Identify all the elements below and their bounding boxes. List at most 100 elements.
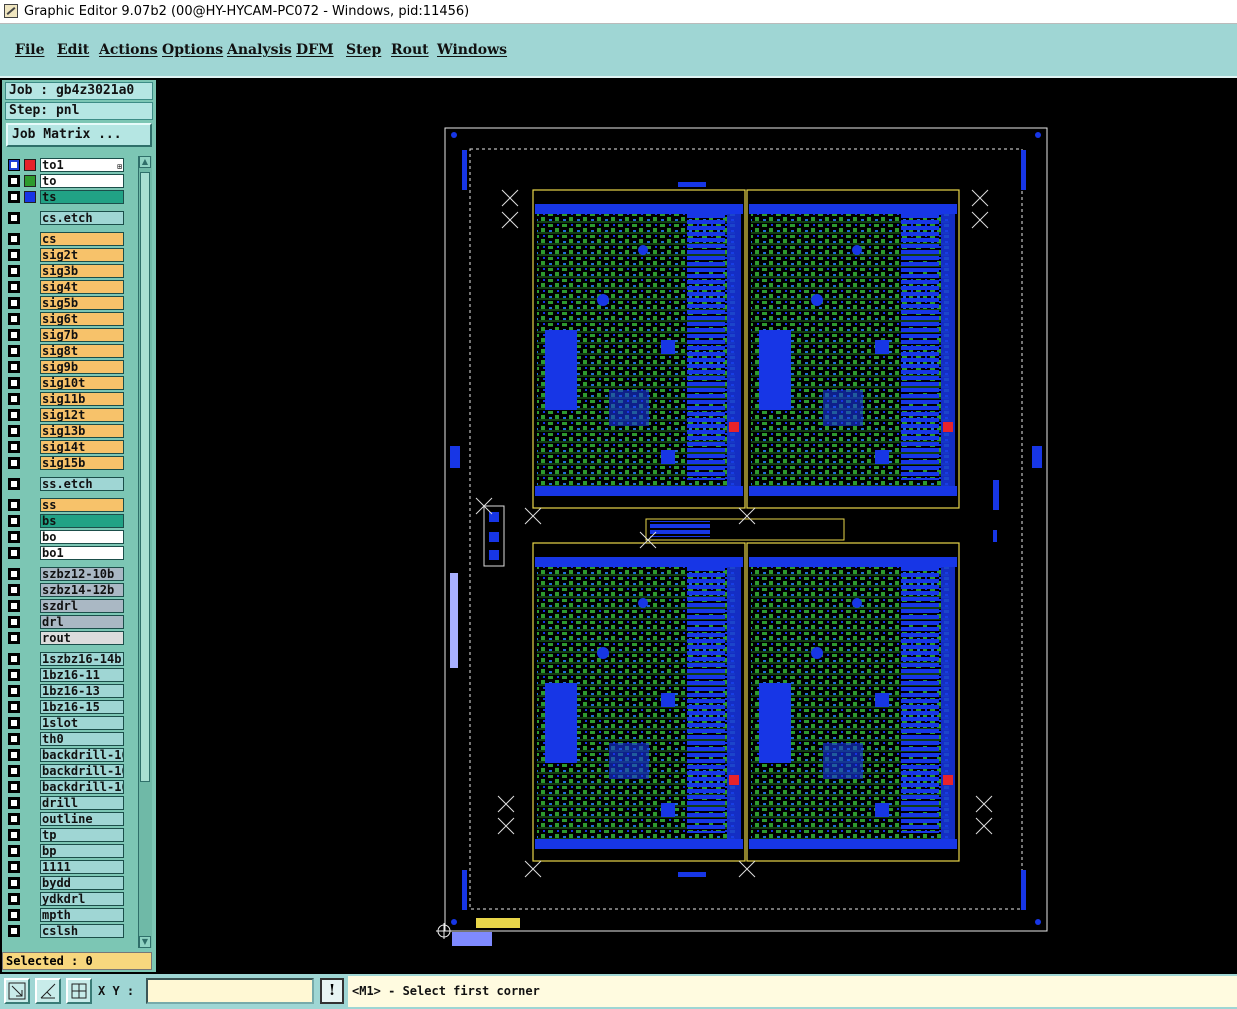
layer-name[interactable]: sig15b xyxy=(40,456,124,470)
layer-checkbox[interactable] xyxy=(8,600,20,612)
layer-name[interactable]: cs xyxy=(40,232,124,246)
layer-checkbox[interactable] xyxy=(8,701,20,713)
layer-checkbox[interactable] xyxy=(8,313,20,325)
layer-name[interactable]: bo xyxy=(40,530,124,544)
layer-name[interactable]: rout xyxy=(40,631,124,645)
layer-name[interactable]: szdrl xyxy=(40,599,124,613)
layer-name[interactable]: outline xyxy=(40,812,124,826)
layer-row[interactable]: cslsh xyxy=(6,924,126,938)
layer-name[interactable]: bo1 xyxy=(40,546,124,560)
layer-row[interactable]: th0 xyxy=(6,732,126,746)
layer-scrollbar[interactable]: ▲ ▼ xyxy=(138,156,152,948)
layer-row[interactable]: bydd xyxy=(6,876,126,890)
xy-input[interactable] xyxy=(146,978,314,1004)
layer-checkbox[interactable] xyxy=(8,653,20,665)
layer-name[interactable]: backdrill-16 xyxy=(40,748,124,762)
layer-checkbox[interactable] xyxy=(8,159,20,171)
layer-row[interactable]: sig8t xyxy=(6,344,126,358)
layer-checkbox[interactable] xyxy=(8,797,20,809)
layer-checkbox[interactable] xyxy=(8,425,20,437)
layer-row[interactable]: 1111 xyxy=(6,860,126,874)
menu-step[interactable]: Step xyxy=(346,42,381,58)
layer-checkbox[interactable] xyxy=(8,749,20,761)
layer-row[interactable]: sig14t xyxy=(6,440,126,454)
layer-name[interactable]: 1bz16-11 xyxy=(40,668,124,682)
layer-name[interactable]: sig7b xyxy=(40,328,124,342)
layer-checkbox[interactable] xyxy=(8,685,20,697)
scroll-thumb[interactable] xyxy=(140,172,150,782)
menu-windows[interactable]: Windows xyxy=(437,42,507,58)
layer-name[interactable]: mpth xyxy=(40,908,124,922)
layer-checkbox[interactable] xyxy=(8,409,20,421)
layer-row[interactable]: ss xyxy=(6,498,126,512)
layer-row[interactable]: sig6t xyxy=(6,312,126,326)
layer-checkbox[interactable] xyxy=(8,568,20,580)
layer-row[interactable]: bp xyxy=(6,844,126,858)
layer-color-swatch[interactable] xyxy=(24,191,36,203)
menu-rout[interactable]: Rout xyxy=(391,42,429,58)
layer-row[interactable]: szbz12-10b xyxy=(6,567,126,581)
layer-name[interactable]: sig4t xyxy=(40,280,124,294)
layer-name[interactable]: ss xyxy=(40,498,124,512)
layer-checkbox[interactable] xyxy=(8,361,20,373)
layer-row[interactable]: ts xyxy=(6,190,126,204)
layer-row[interactable]: drl xyxy=(6,615,126,629)
layer-row[interactable]: to1 ⊞ xyxy=(6,158,126,172)
layer-row[interactable]: sig2t xyxy=(6,248,126,262)
layer-name[interactable]: to xyxy=(40,174,124,188)
layer-name[interactable]: cslsh xyxy=(40,924,124,938)
layer-row[interactable]: 1bz16-11 xyxy=(6,668,126,682)
layer-checkbox[interactable] xyxy=(8,616,20,628)
layer-name[interactable]: backdrill-16 xyxy=(40,780,124,794)
menu-analysis[interactable]: Analysis xyxy=(227,42,292,58)
layer-checkbox[interactable] xyxy=(8,781,20,793)
layer-checkbox[interactable] xyxy=(8,515,20,527)
layer-checkbox[interactable] xyxy=(8,212,20,224)
layer-checkbox[interactable] xyxy=(8,297,20,309)
layer-row[interactable]: 1szbz16-14b xyxy=(6,652,126,666)
scroll-down-arrow-icon[interactable]: ▼ xyxy=(139,936,151,948)
layer-row[interactable]: mpth xyxy=(6,908,126,922)
layer-checkbox[interactable] xyxy=(8,393,20,405)
layer-checkbox[interactable] xyxy=(8,281,20,293)
layer-checkbox[interactable] xyxy=(8,499,20,511)
layer-checkbox[interactable] xyxy=(8,845,20,857)
layer-checkbox[interactable] xyxy=(8,733,20,745)
layer-checkbox[interactable] xyxy=(8,669,20,681)
layer-row[interactable]: ss.etch xyxy=(6,477,126,491)
layer-name[interactable]: sig3b xyxy=(40,264,124,278)
layer-row[interactable]: sig9b xyxy=(6,360,126,374)
layer-row[interactable]: szbz14-12b xyxy=(6,583,126,597)
layer-checkbox[interactable] xyxy=(8,765,20,777)
layer-name[interactable]: sig10t xyxy=(40,376,124,390)
layer-row[interactable]: sig11b xyxy=(6,392,126,406)
layer-row[interactable]: cs.etch xyxy=(6,211,126,225)
layer-name[interactable]: bs xyxy=(40,514,124,528)
layer-checkbox[interactable] xyxy=(8,329,20,341)
layer-name[interactable]: ydkdrl xyxy=(40,892,124,906)
layer-row[interactable]: tp xyxy=(6,828,126,842)
layer-checkbox[interactable] xyxy=(8,345,20,357)
layer-name[interactable]: sig13b xyxy=(40,424,124,438)
layer-name[interactable]: sig6t xyxy=(40,312,124,326)
measure-icon[interactable] xyxy=(35,978,61,1004)
layer-row[interactable]: sig13b xyxy=(6,424,126,438)
layer-name[interactable]: sig5b xyxy=(40,296,124,310)
layer-row[interactable]: sig7b xyxy=(6,328,126,342)
layer-color-swatch[interactable] xyxy=(24,175,36,187)
layer-row[interactable]: szdrl xyxy=(6,599,126,613)
layer-checkbox[interactable] xyxy=(8,829,20,841)
layer-checkbox[interactable] xyxy=(8,377,20,389)
layer-name[interactable]: cs.etch xyxy=(40,211,124,225)
layer-checkbox[interactable] xyxy=(8,813,20,825)
layer-row[interactable]: bo1 xyxy=(6,546,126,560)
layer-name[interactable]: sig8t xyxy=(40,344,124,358)
layer-color-swatch[interactable] xyxy=(24,159,36,171)
layer-row[interactable]: ydkdrl xyxy=(6,892,126,906)
layer-checkbox[interactable] xyxy=(8,441,20,453)
layer-name[interactable]: sig11b xyxy=(40,392,124,406)
layer-row[interactable]: drill xyxy=(6,796,126,810)
zoom-fit-icon[interactable] xyxy=(4,978,30,1004)
layer-name[interactable]: th0 xyxy=(40,732,124,746)
graphics-canvas[interactable] xyxy=(158,80,1237,972)
